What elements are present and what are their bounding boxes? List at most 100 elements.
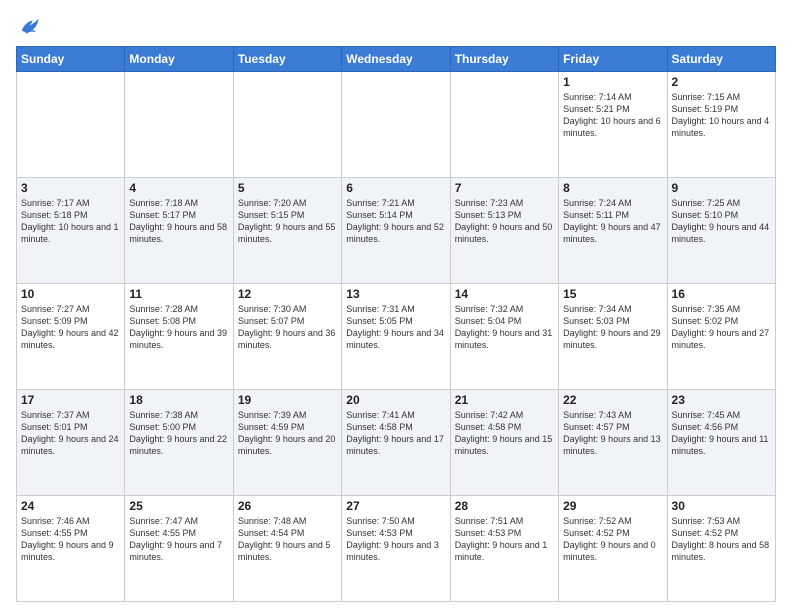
calendar-cell: 27 Sunrise: 7:50 AM Sunset: 4:53 PM Dayli… [342,496,450,602]
day-info: Sunrise: 7:47 AM Sunset: 4:55 PM Dayligh… [129,515,228,564]
day-info: Sunrise: 7:34 AM Sunset: 5:03 PM Dayligh… [563,303,662,352]
day-number: 30 [672,499,771,513]
calendar-week-0: 1 Sunrise: 7:14 AM Sunset: 5:21 PM Daylig… [17,72,776,178]
calendar-cell: 13 Sunrise: 7:31 AM Sunset: 5:05 PM Dayli… [342,284,450,390]
day-number: 25 [129,499,228,513]
day-number: 23 [672,393,771,407]
calendar-cell [233,72,341,178]
day-info: Sunrise: 7:45 AM Sunset: 4:56 PM Dayligh… [672,409,771,458]
day-info: Sunrise: 7:38 AM Sunset: 5:00 PM Dayligh… [129,409,228,458]
day-number: 2 [672,75,771,89]
day-info: Sunrise: 7:46 AM Sunset: 4:55 PM Dayligh… [21,515,120,564]
day-info: Sunrise: 7:27 AM Sunset: 5:09 PM Dayligh… [21,303,120,352]
calendar-cell: 18Sunrise: 7:38 AM Sunset: 5:00 PM Dayli… [125,390,233,496]
day-number: 17 [21,393,120,407]
day-number: 13 [346,287,445,301]
day-info: Sunrise: 7:42 AM Sunset: 4:58 PM Dayligh… [455,409,554,458]
day-number: 4 [129,181,228,195]
calendar-cell: 16 Sunrise: 7:35 AM Sunset: 5:02 PM Dayli… [667,284,775,390]
header [16,16,776,38]
day-info: Sunrise: 7:51 AM Sunset: 4:53 PM Dayligh… [455,515,554,564]
calendar-cell: 15 Sunrise: 7:34 AM Sunset: 5:03 PM Dayli… [559,284,667,390]
calendar-cell: 14 Sunrise: 7:32 AM Sunset: 5:04 PM Dayli… [450,284,558,390]
day-number: 28 [455,499,554,513]
day-info: Sunrise: 7:24 AM Sunset: 5:11 PM Dayligh… [563,197,662,246]
calendar-cell [450,72,558,178]
day-info: Sunrise: 7:53 AM Sunset: 4:52 PM Dayligh… [672,515,771,564]
calendar-cell: 29Sunrise: 7:52 AM Sunset: 4:52 PM Dayli… [559,496,667,602]
day-number: 24 [21,499,120,513]
day-info: Sunrise: 7:32 AM Sunset: 5:04 PM Dayligh… [455,303,554,352]
calendar-cell: 17 Sunrise: 7:37 AM Sunset: 5:01 PM Dayli… [17,390,125,496]
day-info: Sunrise: 7:20 AM Sunset: 5:15 PM Dayligh… [238,197,337,246]
day-number: 15 [563,287,662,301]
day-info: Sunrise: 7:43 AM Sunset: 4:57 PM Dayligh… [563,409,662,458]
calendar-cell: 2 Sunrise: 7:15 AM Sunset: 5:19 PM Daylig… [667,72,775,178]
day-number: 22 [563,393,662,407]
calendar-cell: 26Sunrise: 7:48 AM Sunset: 4:54 PM Dayli… [233,496,341,602]
day-number: 1 [563,75,662,89]
calendar-week-3: 17 Sunrise: 7:37 AM Sunset: 5:01 PM Dayli… [17,390,776,496]
calendar-cell: 7 Sunrise: 7:23 AM Sunset: 5:13 PM Daylig… [450,178,558,284]
day-number: 5 [238,181,337,195]
calendar-cell: 25 Sunrise: 7:47 AM Sunset: 4:55 PM Dayli… [125,496,233,602]
day-info: Sunrise: 7:35 AM Sunset: 5:02 PM Dayligh… [672,303,771,352]
calendar-week-2: 10 Sunrise: 7:27 AM Sunset: 5:09 PM Dayli… [17,284,776,390]
calendar-cell [17,72,125,178]
day-info: Sunrise: 7:21 AM Sunset: 5:14 PM Dayligh… [346,197,445,246]
day-info: Sunrise: 7:50 AM Sunset: 4:53 PM Dayligh… [346,515,445,564]
logo [16,16,40,38]
calendar-cell: 12 Sunrise: 7:30 AM Sunset: 5:07 PM Dayli… [233,284,341,390]
day-number: 20 [346,393,445,407]
day-header-thursday: Thursday [450,47,558,72]
calendar-cell: 28 Sunrise: 7:51 AM Sunset: 4:53 PM Dayli… [450,496,558,602]
calendar-cell: 6 Sunrise: 7:21 AM Sunset: 5:14 PM Daylig… [342,178,450,284]
calendar-header-row: SundayMondayTuesdayWednesdayThursdayFrid… [17,47,776,72]
day-header-sunday: Sunday [17,47,125,72]
day-number: 11 [129,287,228,301]
day-info: Sunrise: 7:25 AM Sunset: 5:10 PM Dayligh… [672,197,771,246]
calendar-cell: 9Sunrise: 7:25 AM Sunset: 5:10 PM Daylig… [667,178,775,284]
calendar-cell [342,72,450,178]
page: SundayMondayTuesdayWednesdayThursdayFrid… [0,0,792,612]
day-header-friday: Friday [559,47,667,72]
day-number: 26 [238,499,337,513]
calendar-cell: 3Sunrise: 7:17 AM Sunset: 5:18 PM Daylig… [17,178,125,284]
day-info: Sunrise: 7:18 AM Sunset: 5:17 PM Dayligh… [129,197,228,246]
day-header-saturday: Saturday [667,47,775,72]
calendar-cell: 20 Sunrise: 7:41 AM Sunset: 4:58 PM Dayli… [342,390,450,496]
calendar-cell: 4 Sunrise: 7:18 AM Sunset: 5:17 PM Daylig… [125,178,233,284]
day-info: Sunrise: 7:41 AM Sunset: 4:58 PM Dayligh… [346,409,445,458]
day-number: 27 [346,499,445,513]
calendar-cell: 10 Sunrise: 7:27 AM Sunset: 5:09 PM Dayli… [17,284,125,390]
day-info: Sunrise: 7:39 AM Sunset: 4:59 PM Dayligh… [238,409,337,458]
day-info: Sunrise: 7:15 AM Sunset: 5:19 PM Dayligh… [672,91,771,140]
calendar-cell: 19Sunrise: 7:39 AM Sunset: 4:59 PM Dayli… [233,390,341,496]
day-number: 7 [455,181,554,195]
day-number: 16 [672,287,771,301]
day-info: Sunrise: 7:37 AM Sunset: 5:01 PM Dayligh… [21,409,120,458]
calendar-cell: 21Sunrise: 7:42 AM Sunset: 4:58 PM Dayli… [450,390,558,496]
calendar-week-1: 3Sunrise: 7:17 AM Sunset: 5:18 PM Daylig… [17,178,776,284]
calendar-cell: 22 Sunrise: 7:43 AM Sunset: 4:57 PM Dayli… [559,390,667,496]
day-number: 12 [238,287,337,301]
calendar-cell: 11 Sunrise: 7:28 AM Sunset: 5:08 PM Dayli… [125,284,233,390]
day-info: Sunrise: 7:30 AM Sunset: 5:07 PM Dayligh… [238,303,337,352]
day-info: Sunrise: 7:23 AM Sunset: 5:13 PM Dayligh… [455,197,554,246]
calendar-week-4: 24 Sunrise: 7:46 AM Sunset: 4:55 PM Dayli… [17,496,776,602]
day-info: Sunrise: 7:28 AM Sunset: 5:08 PM Dayligh… [129,303,228,352]
calendar-cell: 1 Sunrise: 7:14 AM Sunset: 5:21 PM Daylig… [559,72,667,178]
day-info: Sunrise: 7:52 AM Sunset: 4:52 PM Dayligh… [563,515,662,564]
logo-bird-icon [18,16,40,38]
day-info: Sunrise: 7:14 AM Sunset: 5:21 PM Dayligh… [563,91,662,140]
calendar-cell: 5 Sunrise: 7:20 AM Sunset: 5:15 PM Daylig… [233,178,341,284]
calendar-cell [125,72,233,178]
day-number: 10 [21,287,120,301]
day-number: 6 [346,181,445,195]
calendar-cell: 24 Sunrise: 7:46 AM Sunset: 4:55 PM Dayli… [17,496,125,602]
day-number: 3 [21,181,120,195]
day-number: 14 [455,287,554,301]
day-info: Sunrise: 7:31 AM Sunset: 5:05 PM Dayligh… [346,303,445,352]
calendar-cell: 30 Sunrise: 7:53 AM Sunset: 4:52 PM Dayli… [667,496,775,602]
day-header-monday: Monday [125,47,233,72]
